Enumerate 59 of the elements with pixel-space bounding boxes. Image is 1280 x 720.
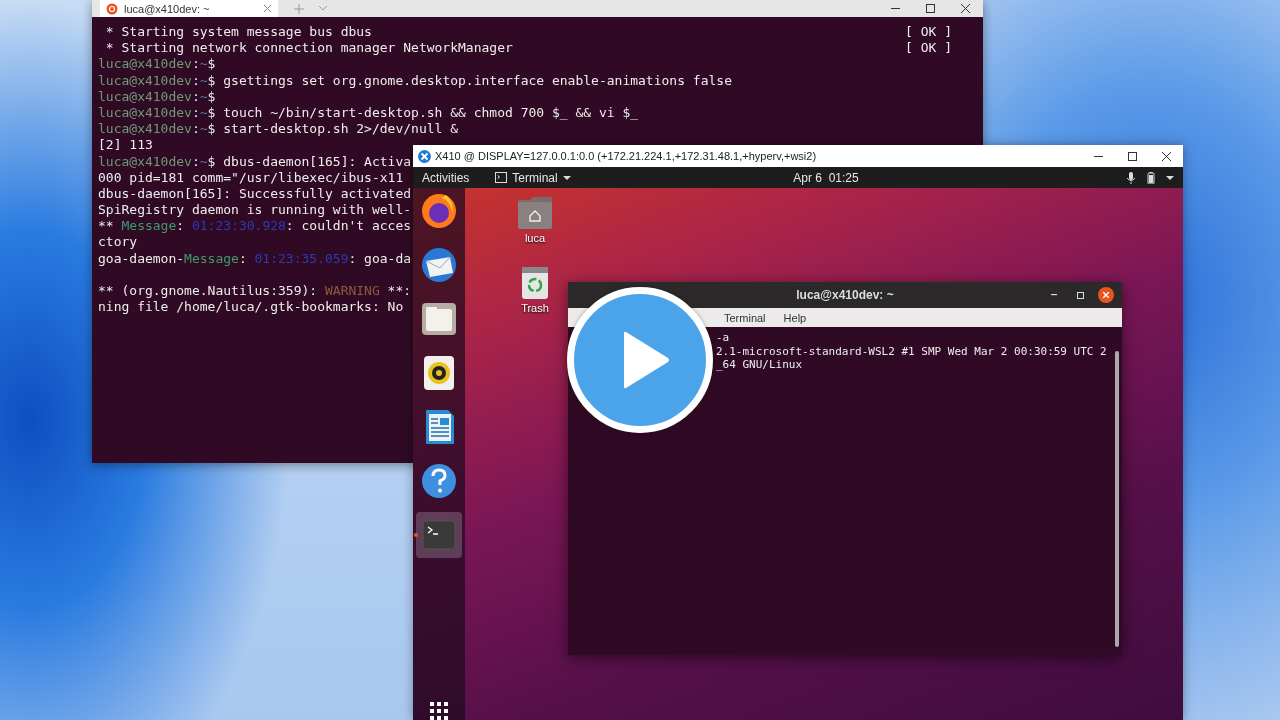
icon-label: Trash bbox=[521, 302, 549, 314]
ubuntu-logo-icon bbox=[106, 2, 118, 15]
trash-icon[interactable] bbox=[521, 266, 549, 300]
terminal-line: ctory bbox=[98, 234, 138, 251]
terminal-line: luca@x410dev:~$ start-desktop.sh 2>/dev/null & bbox=[98, 121, 459, 138]
tab-title: luca@x410dev: ~ bbox=[124, 2, 211, 15]
status-text: [ OK ] bbox=[905, 24, 952, 41]
app-grid-icon[interactable] bbox=[430, 702, 448, 720]
terminal-line: ** Message: 01:23:30.928: couldn't acces bbox=[98, 218, 412, 235]
home-folder-icon[interactable] bbox=[517, 196, 553, 230]
envelope-icon bbox=[420, 246, 458, 284]
terminal-line: SpiRegistry daemon is running with well- bbox=[98, 202, 412, 219]
maximize-icon bbox=[1127, 151, 1137, 161]
scrollbar[interactable] bbox=[1115, 351, 1119, 647]
terminal-line: * Starting system message bus dbus bbox=[104, 24, 372, 41]
close-icon bbox=[961, 4, 970, 13]
terminal-line: 000 pid=181 comm="/usr/libexec/ibus-x11 bbox=[98, 169, 404, 186]
terminal-line: luca@x410dev:~$ touch ~/bin/start-desktop.sh && chmod 700 $_ && vi $_ bbox=[98, 104, 639, 122]
terminal-line: luca@x410dev:~$ gsettings set org.gnome.desktop.interface enable-animations false bbox=[98, 72, 732, 89]
terminal-line: [2] 113 bbox=[98, 137, 153, 154]
activities-button[interactable]: Activities bbox=[422, 170, 470, 185]
status-text: [ OK ] bbox=[905, 40, 952, 57]
terminal-line: ning file /home/luca/.gtk-bookmarks: No bbox=[98, 299, 404, 316]
terminal-icon bbox=[495, 172, 508, 183]
folder-icon bbox=[420, 300, 458, 338]
maximize-icon bbox=[1076, 291, 1084, 299]
close-icon bbox=[1103, 292, 1109, 298]
terminal-line: luca@x410dev:~$ dbus-daemon[165]: Activa bbox=[98, 153, 412, 170]
terminal-line: luca@x410dev:~$ bbox=[98, 56, 216, 73]
close-button[interactable] bbox=[1098, 287, 1114, 303]
terminal-line: 2.1-microsoft-standard-WSL2 #1 SMP Wed Mar 2 00:30:59 UTC 2 bbox=[716, 344, 1108, 358]
menu-item[interactable]: Help bbox=[783, 311, 807, 324]
terminal-line: _64 GNU/Linux bbox=[716, 358, 804, 372]
terminal-line: goa-daemon-Message: 01:23:35.059: goa-da bbox=[98, 250, 412, 267]
terminal-line: dbus-daemon[165]: Successfully activated bbox=[98, 185, 412, 203]
terminal-line: -a bbox=[716, 331, 731, 345]
terminal-line: ** (org.gnome.Nautilus:359): WARNING **: bbox=[98, 283, 412, 300]
microphone-icon[interactable] bbox=[1126, 171, 1136, 184]
x-logo-icon bbox=[418, 149, 431, 163]
window-title: X410 @ DISPLAY=127.0.0.1:0.0 (+172.21.224.1,+172.31.48.1,+hyperv,+wsi2) bbox=[435, 150, 817, 162]
close-icon bbox=[1161, 151, 1171, 161]
globe-icon bbox=[420, 192, 458, 230]
window-title: luca@x410dev: ~ bbox=[796, 288, 894, 302]
terminal-line: * Starting network connection manager NetworkManager bbox=[104, 40, 513, 57]
minimize-icon bbox=[891, 8, 900, 9]
minimize-icon bbox=[1051, 294, 1057, 296]
caret-icon bbox=[562, 175, 571, 180]
close-icon[interactable] bbox=[263, 4, 272, 13]
battery-icon[interactable] bbox=[1146, 171, 1156, 184]
caret-icon[interactable] bbox=[1166, 175, 1174, 180]
minimize-icon bbox=[1093, 155, 1103, 157]
maximize-icon bbox=[926, 4, 935, 13]
clock[interactable]: Apr 6 01:25 bbox=[737, 170, 859, 185]
menu-item[interactable]: Terminal bbox=[724, 311, 766, 324]
help-icon bbox=[420, 462, 458, 500]
terminal-tab[interactable]: luca@x410dev: ~ bbox=[100, 0, 278, 17]
icon-label: luca bbox=[524, 232, 546, 244]
app-menu[interactable]: Terminal bbox=[512, 170, 558, 185]
terminal-line: luca@x410dev:~$ bbox=[98, 88, 216, 105]
